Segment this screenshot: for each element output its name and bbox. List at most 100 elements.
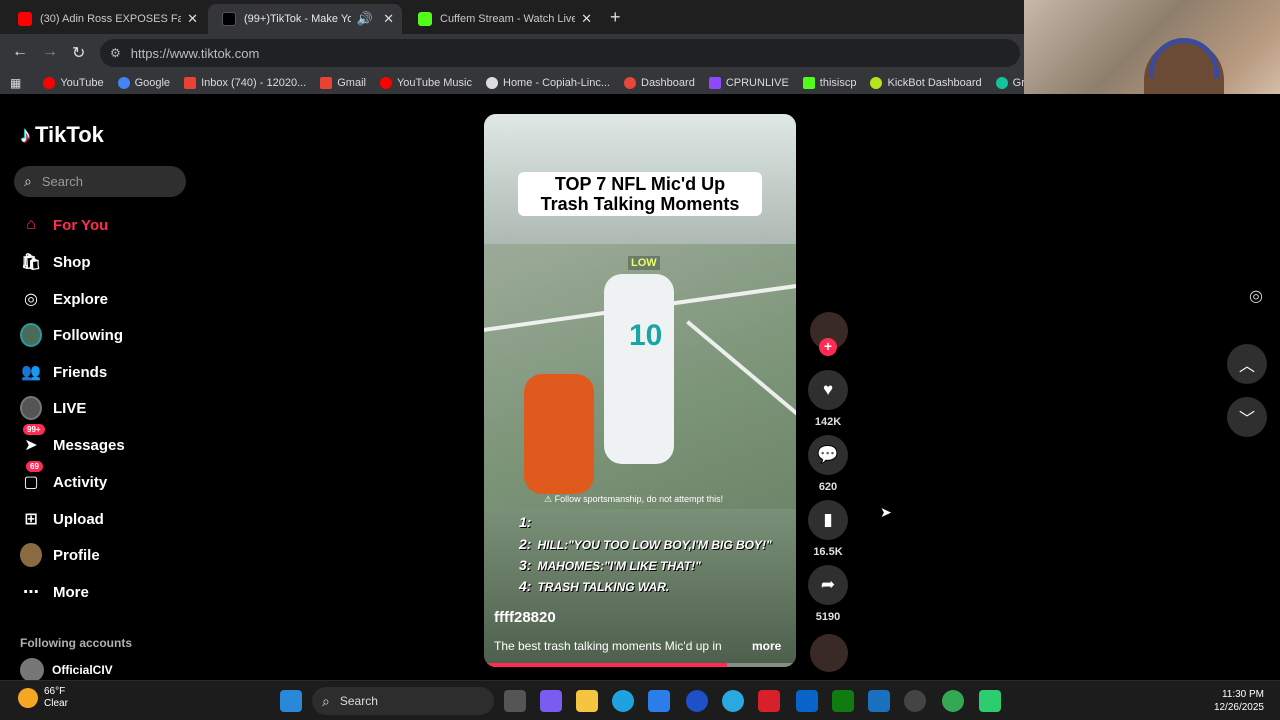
share-action[interactable]: ➦ 5190 xyxy=(808,565,848,623)
video-player[interactable]: TOP 7 NFL Mic'd Up Trash Talking Moments… xyxy=(484,114,796,667)
bookmark-home-copiah[interactable]: Home - Copiah-Linc... xyxy=(486,77,610,89)
app-icon[interactable] xyxy=(868,690,890,712)
bookmark-label: YouTube xyxy=(60,77,104,89)
close-tab-icon[interactable]: ✕ xyxy=(187,11,198,27)
bookmark-label: Inbox (740) - 12020... xyxy=(201,77,307,89)
search-input[interactable]: ⌕ Search xyxy=(14,166,186,197)
nav-live[interactable]: LIVE xyxy=(20,396,86,420)
taskbar-search[interactable]: ⌕ Search xyxy=(312,687,494,715)
nav-activity[interactable]: ▢ 69 Activity xyxy=(20,461,107,493)
bookmark-kickbot[interactable]: KickBot Dashboard xyxy=(870,77,982,89)
outlook-icon[interactable] xyxy=(796,690,818,712)
gmail-icon xyxy=(184,77,197,89)
more-icon: ⋯ xyxy=(23,584,39,601)
like-action[interactable]: ♥ 142K xyxy=(808,370,848,428)
bookmark-cprunlive[interactable]: CPRUNLIVE xyxy=(708,77,789,89)
new-tab-button[interactable]: + xyxy=(610,7,621,28)
close-tab-icon[interactable]: ✕ xyxy=(383,11,394,27)
comment-icon[interactable]: 💬 xyxy=(808,435,848,475)
kick-favicon-icon xyxy=(418,12,432,26)
url-input[interactable]: ⚙ https://www.tiktok.com xyxy=(100,39,1020,67)
weather-sun-icon xyxy=(18,688,38,708)
browser-tab-kick[interactable]: Cuffem Stream - Watch Live on ✕ xyxy=(404,4,600,34)
nav-following[interactable]: Following xyxy=(20,323,123,347)
shop-icon: 🛍 xyxy=(20,254,42,271)
back-icon[interactable]: ← xyxy=(12,43,28,61)
quote-line: 2: HILL:"YOU TOO LOW BOY,I'M BIG BOY!" xyxy=(519,536,772,552)
tiktok-logo[interactable]: ♪ TikTok xyxy=(20,122,104,148)
bookmark-inbox[interactable]: Inbox (740) - 12020... xyxy=(184,77,306,89)
bookmark-dashboard[interactable]: Dashboard xyxy=(624,77,695,89)
following-avatar-icon xyxy=(20,323,42,347)
nav-label: Shop xyxy=(53,253,91,271)
reload-icon[interactable]: ↻ xyxy=(72,43,85,63)
close-tab-icon[interactable]: ✕ xyxy=(581,11,592,27)
nav-label: Upload xyxy=(53,510,104,528)
streaming-app-icon[interactable] xyxy=(979,690,1001,712)
save-count: 16.5K xyxy=(813,546,843,558)
bookmark-icon[interactable]: ▮ xyxy=(808,500,848,540)
yard-line xyxy=(686,320,796,452)
comment-action[interactable]: 💬 620 xyxy=(808,435,848,493)
edge-icon[interactable] xyxy=(612,690,634,712)
description-more-button[interactable]: more xyxy=(752,639,781,653)
nav-label: Explore xyxy=(53,290,109,308)
nav-explore[interactable]: ◎ Explore xyxy=(20,288,108,310)
heart-icon[interactable]: ♥ xyxy=(808,370,848,410)
follow-plus-button[interactable]: + xyxy=(819,338,837,356)
bookmark-thisiscp[interactable]: thisiscp xyxy=(802,77,856,89)
nav-more[interactable]: ⋯ More xyxy=(20,581,89,603)
url-text: https://www.tiktok.com xyxy=(130,45,260,61)
home-icon: ⌂ xyxy=(26,216,36,233)
copilot-icon[interactable] xyxy=(540,690,562,712)
cast-icon[interactable]: ◎ xyxy=(1249,286,1263,306)
twitch-icon xyxy=(708,77,721,89)
next-creator-avatar[interactable] xyxy=(810,634,848,672)
following-accounts-title: Following accounts xyxy=(20,636,133,650)
site-info-icon[interactable]: ⚙ xyxy=(110,46,121,60)
nav-shop[interactable]: 🛍 Shop xyxy=(20,251,91,273)
store-icon[interactable] xyxy=(648,690,670,712)
search-icon: ⌕ xyxy=(322,692,330,709)
speaker-icon[interactable]: 🔊 xyxy=(357,11,373,27)
hp-icon[interactable] xyxy=(686,690,708,712)
apps-grid-icon[interactable]: ▦ xyxy=(10,76,21,90)
system-clock[interactable]: 11:30 PM 12/26/2025 xyxy=(1200,688,1264,714)
settings-icon[interactable] xyxy=(904,690,926,712)
nav-profile[interactable]: Profile xyxy=(20,543,100,567)
bookmark-label: Home - Copiah-Linc... xyxy=(503,77,610,89)
chrome-icon[interactable] xyxy=(942,690,964,712)
forward-icon[interactable]: → xyxy=(42,43,58,61)
weather-widget[interactable]: 66°F Clear xyxy=(18,686,68,710)
nav-label: Friends xyxy=(53,363,108,381)
quote-line: 3: MAHOMES:"I'M LIKE THAT!" xyxy=(519,557,701,573)
nav-friends[interactable]: 👥 Friends xyxy=(20,361,107,383)
previous-video-button[interactable]: ︿ xyxy=(1227,344,1267,384)
globe-icon xyxy=(486,77,498,89)
nav-for-you[interactable]: ⌂ For You xyxy=(20,214,108,236)
video-author[interactable]: ffff28820 xyxy=(494,609,556,626)
share-icon[interactable]: ➦ xyxy=(808,565,848,605)
bookmark-label: YouTube Music xyxy=(396,77,472,89)
browser-tab-tiktok[interactable]: (99+)TikTok - Make Your Da 🔊 ✕ xyxy=(208,4,402,34)
nav-messages[interactable]: ➤ 99+ Messages xyxy=(20,424,125,456)
compass-icon: ◎ xyxy=(24,291,38,308)
bookmark-label: Dashboard xyxy=(641,77,695,89)
task-view-icon[interactable] xyxy=(504,690,526,712)
mcafee-icon[interactable] xyxy=(758,690,780,712)
bookmark-youtube-music[interactable]: YouTube Music xyxy=(379,77,472,89)
file-explorer-icon[interactable] xyxy=(576,690,598,712)
following-account-item[interactable]: OfficialCIV xyxy=(20,658,113,682)
tiktok-page: ♪ TikTok ⌕ Search ⌂ For You 🛍 Shop ◎ Exp… xyxy=(0,94,1280,682)
youtube-favicon-icon xyxy=(18,12,32,26)
xbox-icon[interactable] xyxy=(832,690,854,712)
bookmark-youtube[interactable]: YouTube xyxy=(43,77,104,89)
browser-tab-youtube[interactable]: (30) Adin Ross EXPOSES Faze C ✕ xyxy=(4,4,206,34)
next-video-button[interactable]: ﹀ xyxy=(1227,397,1267,437)
windows-start-icon[interactable] xyxy=(280,690,302,712)
app-icon[interactable] xyxy=(722,690,744,712)
bookmark-gmail[interactable]: Gmail xyxy=(320,77,366,89)
nav-upload[interactable]: ⊞ Upload xyxy=(20,508,104,530)
save-action[interactable]: ▮ 16.5K xyxy=(808,500,848,558)
bookmark-google[interactable]: Google xyxy=(117,77,170,89)
